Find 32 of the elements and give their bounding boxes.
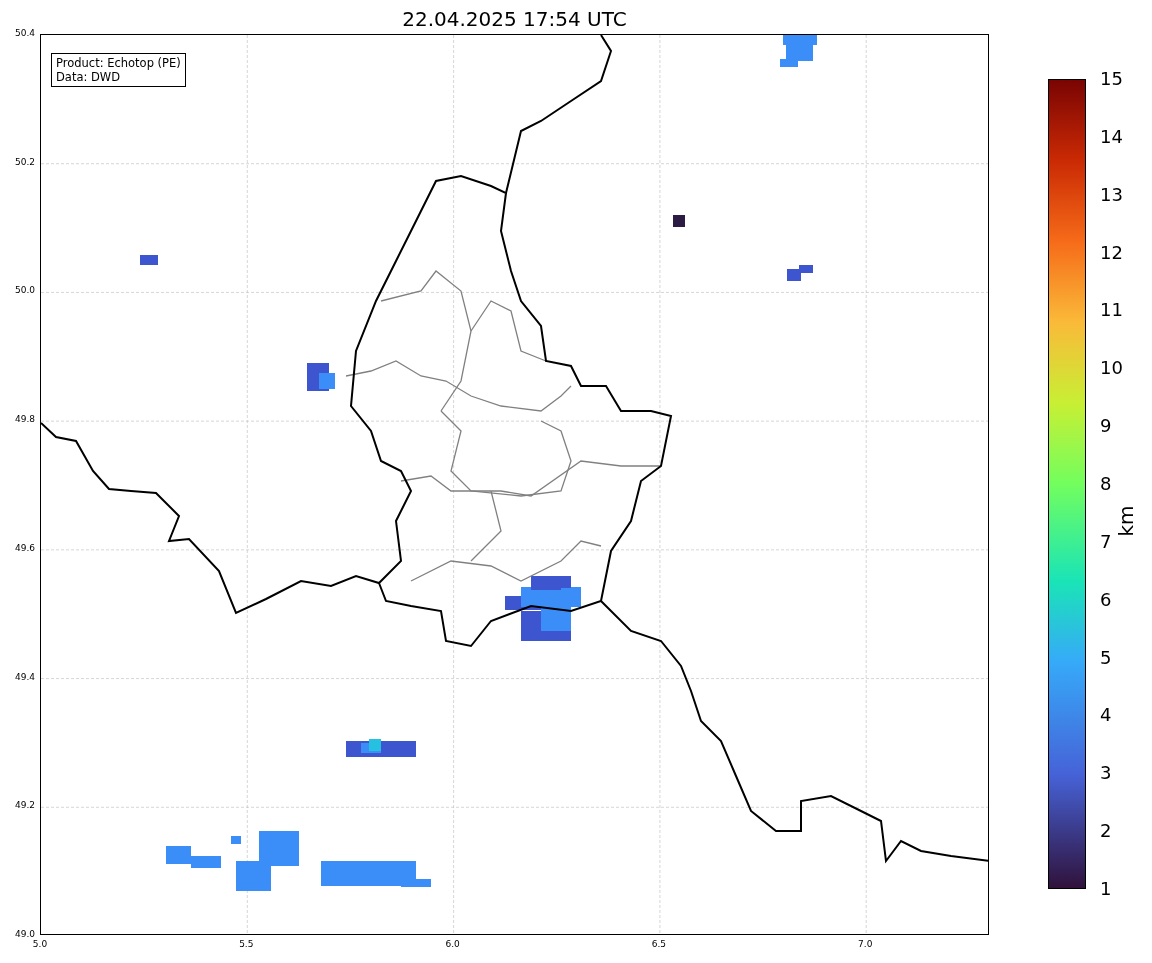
colorbar-tick-label: 11 <box>1100 300 1123 321</box>
y-tick-label: 49.0 <box>14 929 35 939</box>
y-tick-label: 50.0 <box>14 285 35 296</box>
y-tick-label: 49.6 <box>14 542 35 553</box>
y-tick-label: 50.2 <box>14 156 35 167</box>
colorbar-tick-label: 15 <box>1100 69 1123 89</box>
x-tick-label: 5.5 <box>239 939 254 949</box>
x-tick-label: 5.0 <box>32 939 48 949</box>
y-tick-label: 49.2 <box>14 800 35 811</box>
colorbar-tick-label: 14 <box>1100 126 1123 147</box>
colorbar-tick-label: 4 <box>1100 705 1112 726</box>
colorbar-tick-label: 2 <box>1100 821 1112 842</box>
colorbar-tick-label: 5 <box>1100 647 1112 668</box>
y-tick-label: 49.4 <box>14 671 35 682</box>
colorbar-tick-label: 1 <box>1100 879 1112 899</box>
colorbar-label: km <box>1114 505 1138 537</box>
x-tick-label: 7.0 <box>858 939 873 949</box>
info-text: Product: Echotop (PE) <box>56 56 181 70</box>
y-tick-label: 50.4 <box>14 28 35 38</box>
colorbar-tick-label: 13 <box>1100 184 1123 205</box>
x-tick-label: 6.5 <box>651 939 667 949</box>
colorbar-tick-label: 6 <box>1100 589 1112 610</box>
colorbar-tick-label: 3 <box>1100 763 1112 784</box>
colorbar-tick-label: 8 <box>1100 474 1112 494</box>
colorbar-tick-label: 7 <box>1100 531 1112 552</box>
x-tick-label: 6.0 <box>445 939 460 949</box>
colorbar-tick-label: 12 <box>1100 242 1123 263</box>
y-tick-label: 49.8 <box>14 414 35 425</box>
chart-title: 22.04.2025 17:54 UTC <box>401 6 628 33</box>
colorbar-tick-label: 10 <box>1100 358 1123 379</box>
colorbar-tick-label: 9 <box>1100 416 1112 437</box>
info-text: Data: DWD <box>56 70 122 84</box>
